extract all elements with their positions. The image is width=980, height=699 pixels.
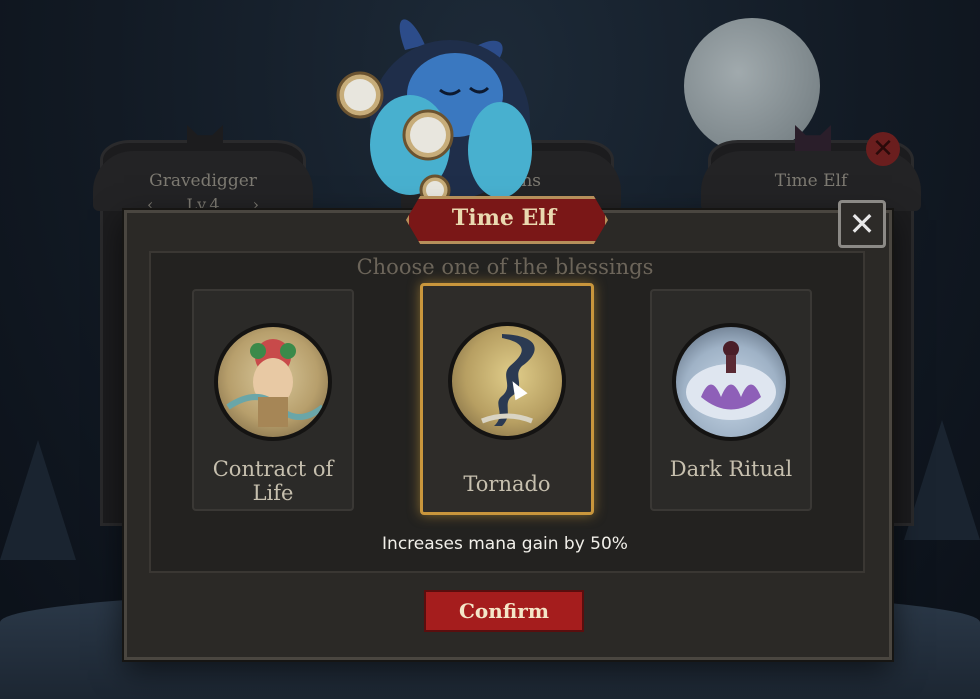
- blessing-description: Increases mana gain by 50%: [382, 534, 628, 554]
- tree-left: [0, 440, 76, 560]
- dialog-subtitle: Choose one of the blessings: [356, 255, 654, 279]
- blessing-label: Dark Ritual: [669, 457, 793, 481]
- contract-of-life-icon: [214, 323, 332, 441]
- plate-close-icon: ✕: [866, 132, 900, 166]
- blessing-card-tornado[interactable]: Tornado: [420, 283, 594, 515]
- dark-ritual-icon: [672, 323, 790, 441]
- blessing-label: Contract of Life: [212, 457, 334, 505]
- blessing-card-dark-ritual[interactable]: Dark Ritual: [650, 289, 812, 511]
- plate-name: Gravedigger: [149, 171, 257, 191]
- blessing-label: Tornado: [463, 472, 551, 496]
- time-rabbit-creature: [336, 19, 532, 206]
- blessing-card-contract-of-life[interactable]: Contract of Life: [192, 289, 354, 511]
- confirm-button[interactable]: Confirm: [424, 590, 584, 632]
- plate-name: Time Elf: [774, 171, 848, 191]
- dialog-title: Time Elf: [451, 205, 557, 231]
- tornado-icon: [448, 322, 566, 440]
- close-button[interactable]: ✕: [838, 200, 886, 248]
- tree-right: [904, 420, 980, 540]
